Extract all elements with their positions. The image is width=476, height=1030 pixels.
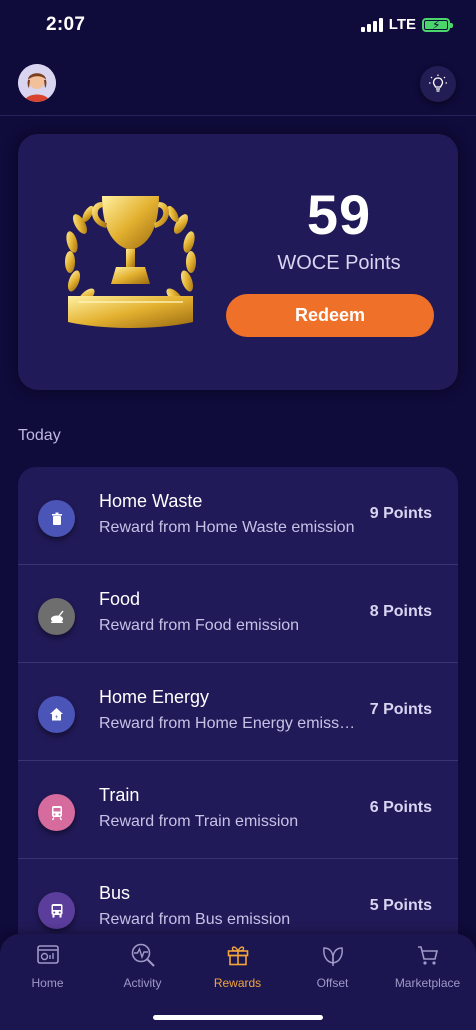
- reward-title: Train: [99, 785, 140, 805]
- reward-title: Bus: [99, 883, 131, 903]
- signal-icon: [360, 17, 383, 32]
- trophy-icon: [65, 196, 196, 328]
- house-icon: [38, 696, 75, 733]
- home-icon: [36, 945, 59, 964]
- food-icon: [38, 598, 75, 635]
- reward-points: 8 Points: [369, 603, 432, 620]
- reward-points: 9 Points: [369, 505, 432, 522]
- tab-home[interactable]: Home: [0, 942, 95, 1002]
- redeem-button[interactable]: Redeem: [226, 294, 434, 337]
- cart-icon: [417, 946, 438, 965]
- tab-label: Offset: [316, 976, 349, 990]
- reward-points: 7 Points: [369, 701, 432, 718]
- train-icon: [38, 794, 75, 831]
- tab-rewards[interactable]: Rewards: [190, 942, 285, 1002]
- points-value: 59: [306, 183, 372, 246]
- section-label-today: Today: [18, 427, 61, 444]
- reward-row-train[interactable]: Train Reward from Train emission 6 Point…: [18, 761, 458, 859]
- battery-icon: ⚡: [422, 17, 453, 32]
- header: [0, 56, 476, 116]
- reward-row-food[interactable]: Food Reward from Food emission 8 Points: [18, 565, 458, 663]
- points-label: WOCE Points: [277, 252, 401, 274]
- reward-description: Reward from Train emission: [99, 813, 299, 830]
- tab-label: Rewards: [213, 976, 262, 990]
- tab-label: Home: [31, 976, 64, 990]
- reward-description: Reward from Food emission: [99, 617, 300, 634]
- reward-description: Reward from Bus emission: [99, 911, 291, 928]
- lightbulb-icon: [429, 74, 447, 92]
- status-time: 2:07: [46, 14, 86, 35]
- reward-title: Home Waste: [99, 491, 203, 511]
- reward-row-home-energy[interactable]: Home Energy Reward from Home Energy emis…: [18, 663, 458, 761]
- bus-icon: [38, 892, 75, 929]
- avatar-icon: [18, 64, 56, 102]
- reward-title: Home Energy: [99, 687, 210, 707]
- status-bar: 2:07 LTE ⚡: [0, 0, 476, 56]
- home-indicator: [153, 1015, 323, 1020]
- tab-label: Marketplace: [394, 976, 461, 990]
- status-indicators: LTE ⚡: [360, 16, 453, 33]
- points-card: 59 WOCE Points Redeem: [18, 134, 458, 390]
- leaf-icon: [322, 947, 343, 966]
- tips-button[interactable]: [420, 66, 456, 102]
- reward-description: Reward from Home Energy emission: [99, 715, 357, 732]
- gift-icon: [227, 946, 248, 966]
- rewards-list: Home Waste Reward from Home Waste emissi…: [18, 467, 458, 967]
- network-label: LTE: [388, 16, 416, 33]
- reward-points: 5 Points: [369, 897, 432, 914]
- tab-marketplace[interactable]: Marketplace: [380, 942, 475, 1002]
- reward-points: 6 Points: [369, 799, 432, 816]
- tab-activity[interactable]: Activity: [95, 942, 190, 1002]
- rewards-screen: 2:07 LTE ⚡ 59 WOCE Points Redeem Today H…: [0, 0, 476, 1030]
- tab-label: Activity: [123, 976, 162, 990]
- tab-offset[interactable]: Offset: [285, 942, 380, 1002]
- activity-icon: [131, 943, 155, 967]
- reward-row-home-waste[interactable]: Home Waste Reward from Home Waste emissi…: [18, 467, 458, 565]
- reward-description: Reward from Home Waste emission: [99, 519, 355, 536]
- reward-title: Food: [99, 589, 141, 609]
- trash-icon: [38, 500, 75, 537]
- avatar[interactable]: [18, 64, 56, 102]
